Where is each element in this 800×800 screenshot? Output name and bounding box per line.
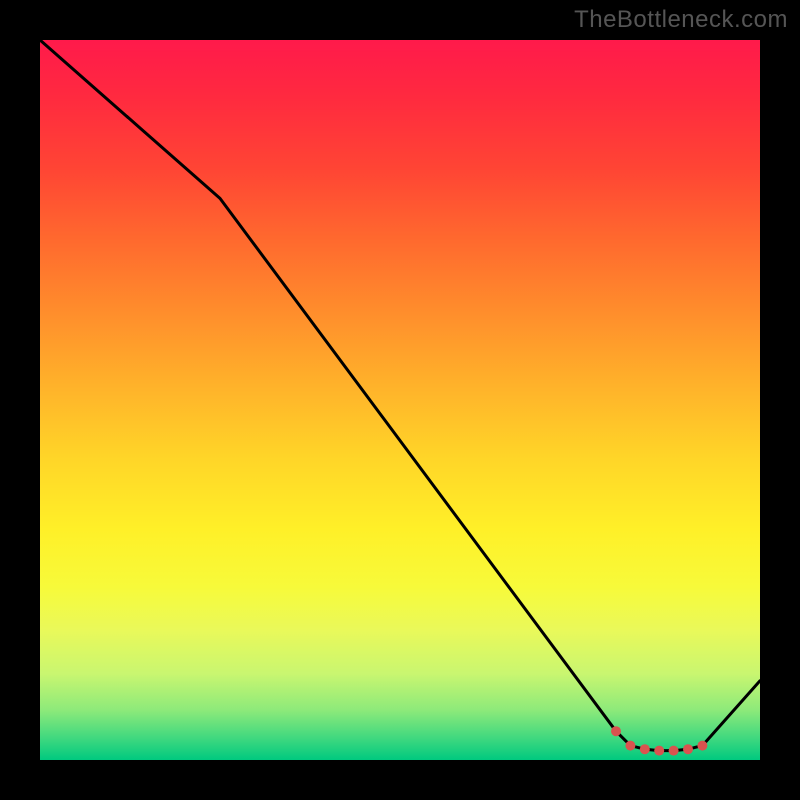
marker-dot bbox=[640, 744, 650, 754]
chart-frame: TheBottleneck.com bbox=[0, 0, 800, 800]
marker-dot bbox=[625, 741, 635, 751]
main-curve bbox=[40, 40, 760, 751]
marker-dot bbox=[697, 741, 707, 751]
watermark-text: TheBottleneck.com bbox=[574, 6, 788, 34]
chart-svg bbox=[40, 40, 760, 760]
plot-area bbox=[40, 40, 760, 760]
marker-dot bbox=[654, 746, 664, 756]
curve-layer bbox=[40, 40, 760, 751]
marker-dot bbox=[611, 726, 621, 736]
marker-dot bbox=[669, 746, 679, 756]
marker-dot bbox=[683, 744, 693, 754]
